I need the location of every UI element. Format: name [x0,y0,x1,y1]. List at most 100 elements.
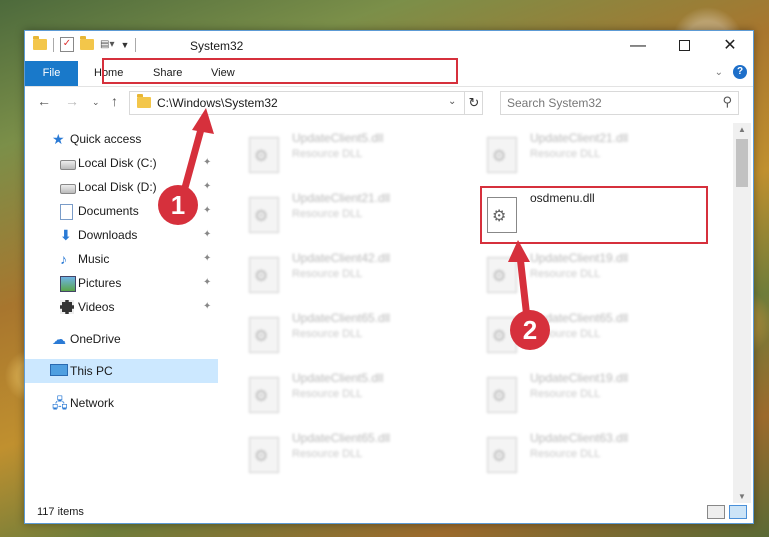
file-explorer-window: ✓ ▤▾ ▼ System32 — ✕ File Home Share View… [24,30,754,524]
scroll-up-icon[interactable]: ▲ [738,125,746,134]
file-type: Resource DLL [292,328,363,340]
music-icon: ♪ [60,251,67,267]
pin-icon[interactable]: ✦ [203,247,211,271]
disk-icon [60,184,76,194]
scroll-down-icon[interactable]: ▼ [738,492,746,501]
file-item[interactable]: UpdateClient19.dll Resource DLL [473,363,693,415]
sidebar-item-network[interactable]: 🖧 Network [25,391,218,415]
tab-file[interactable]: File [25,61,78,86]
file-item[interactable]: UpdateClient21.dll Resource DLL [473,123,693,175]
sidebar-item-local-disk-d[interactable]: Local Disk (D:) ✦ [25,175,218,199]
maximize-button[interactable] [661,31,707,61]
sidebar-item-downloads[interactable]: ⬇ Downloads ✦ [25,223,218,247]
toolbar-divider [53,37,54,52]
file-item[interactable]: UpdateClient19.dll Resource DLL [473,243,693,295]
pc-icon [50,364,68,376]
file-name: UpdateClient19.dll [530,371,629,385]
file-item[interactable]: UpdateClient21.dll Resource DLL [235,183,455,235]
sidebar-item-label: Quick access [70,132,142,146]
address-bar[interactable]: C:\Windows\System32 ⌄ ↻ [129,91,483,115]
dll-file-icon [249,197,279,233]
up-button[interactable]: ↑ [111,93,118,109]
dll-file-icon [249,377,279,413]
new-folder-icon[interactable] [80,36,94,50]
dll-file-icon [249,257,279,293]
customize-toolbar-icon[interactable]: ▤▾ [100,39,114,50]
pin-icon[interactable]: ✦ [203,151,211,175]
pin-icon[interactable]: ✦ [203,271,211,295]
search-icon[interactable]: ⚲ [722,94,732,110]
sidebar-item-label: Music [78,252,110,266]
file-type: Resource DLL [292,448,363,460]
folder-icon[interactable] [33,36,47,50]
vertical-scrollbar[interactable]: ▲ ▼ [733,123,751,503]
toolbar-dropdown-icon[interactable]: ▼ [120,40,129,50]
scrollbar-thumb[interactable] [736,139,748,187]
file-type: Resource DLL [530,148,601,160]
window-title: System32 [190,39,244,53]
file-type: Resource DLL [292,148,363,160]
videos-icon [60,300,74,314]
file-item[interactable]: UpdateClient65.dll Resource DLL [473,303,693,355]
search-input[interactable]: Search System32 ⚲ [500,91,739,115]
minimize-button[interactable]: — [615,31,661,61]
pin-icon[interactable]: ✦ [203,175,211,199]
sidebar-item-this-pc[interactable]: This PC [25,359,218,383]
sidebar-item-label: Local Disk (C:) [78,156,157,170]
address-dropdown-icon[interactable]: ⌄ [448,96,456,107]
file-name: UpdateClient21.dll [530,131,629,145]
file-item[interactable]: UpdateClient65.dll Resource DLL [235,303,455,355]
pictures-icon [60,276,76,292]
downloads-icon: ⬇ [60,227,72,243]
pin-icon[interactable]: ✦ [203,223,211,247]
back-button[interactable]: ← [37,93,51,109]
sidebar-item-music[interactable]: ♪ Music ✦ [25,247,218,271]
item-count: 117 items [37,506,84,518]
sidebar-item-label: Local Disk (D:) [78,180,157,194]
properties-icon[interactable]: ✓ [60,37,74,52]
folder-icon [137,94,151,108]
sidebar-item-local-disk-c[interactable]: Local Disk (C:) ✦ [25,151,218,175]
file-item[interactable]: UpdateClient65.dll Resource DLL [235,423,455,475]
sidebar-item-label: This PC [70,364,113,378]
file-item[interactable]: UpdateClient42.dll Resource DLL [235,243,455,295]
details-view-icon[interactable] [707,505,725,519]
file-item[interactable]: UpdateClient63.dll Resource DLL [473,423,693,475]
sidebar-item-label: Pictures [78,276,122,290]
expand-ribbon-icon[interactable]: ⌄ [715,67,723,78]
recent-locations-icon[interactable]: ⌄ [92,97,100,108]
sidebar-item-label: Documents [78,204,139,218]
dll-file-icon [487,317,517,353]
sidebar-item-label: Downloads [78,228,138,242]
forward-button[interactable]: → [65,93,79,109]
sidebar-item-onedrive[interactable]: ☁ OneDrive [25,327,218,351]
dll-file-icon [487,377,517,413]
address-highlight-box [102,58,458,84]
file-item[interactable]: UpdateClient5.dll Resource DLL [235,363,455,415]
sidebar-item-pictures[interactable]: Pictures ✦ [25,271,218,295]
help-icon[interactable]: ? [733,65,747,79]
close-button[interactable]: ✕ [707,31,753,61]
star-icon: ★ [52,131,65,147]
maximize-icon [678,40,690,52]
dll-file-icon [249,317,279,353]
file-type: Resource DLL [530,388,601,400]
file-type: Resource DLL [292,388,363,400]
disk-icon [60,160,76,170]
pin-icon[interactable]: ✦ [203,199,211,223]
dll-file-icon [487,257,517,293]
file-type: Resource DLL [530,328,601,340]
file-item[interactable]: UpdateClient5.dll Resource DLL [235,123,455,175]
file-list: UpdateClient5.dll Resource DLL UpdateCli… [235,123,731,493]
address-path[interactable]: C:\Windows\System32 [157,96,278,110]
file-highlight-box [480,186,708,244]
sidebar-item-videos[interactable]: Videos ✦ [25,295,218,319]
sidebar-item-documents[interactable]: Documents ✦ [25,199,218,223]
pin-icon[interactable]: ✦ [203,295,211,319]
sidebar-item-quick-access[interactable]: ★ Quick access [25,127,218,151]
sidebar-item-label: OneDrive [70,332,121,346]
file-name: UpdateClient65.dll [530,311,629,325]
large-icons-view-icon[interactable] [729,505,747,519]
refresh-button[interactable]: ↻ [464,92,483,114]
title-bar: ✓ ▤▾ ▼ System32 — ✕ [25,31,753,61]
